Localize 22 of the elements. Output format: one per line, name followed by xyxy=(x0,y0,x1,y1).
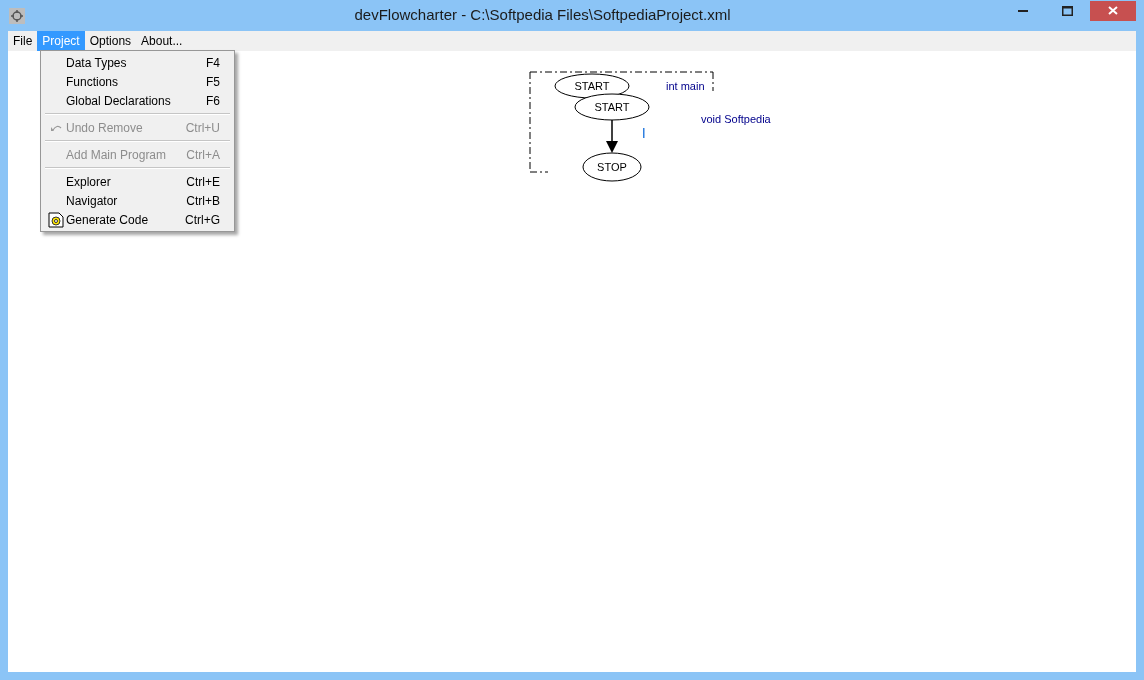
menu-item[interactable]: Generate Code Ctrl+G xyxy=(41,210,234,229)
app-icon[interactable] xyxy=(9,7,25,24)
menu-item[interactable]: File xyxy=(8,31,38,51)
menu-item[interactable]: Data Types F4 xyxy=(41,53,234,72)
gear-document-icon xyxy=(48,211,64,228)
terminal-node[interactable]: START xyxy=(574,93,650,121)
menu-item[interactable]: Global Declarations F6 xyxy=(41,91,234,110)
flow-arrow xyxy=(606,119,618,153)
menu-item[interactable]: Navigator Ctrl+B xyxy=(41,191,234,210)
text-cursor xyxy=(643,128,645,138)
maximize-icon xyxy=(1062,5,1073,16)
menu-item[interactable]: About... xyxy=(136,31,188,51)
undo-icon xyxy=(50,123,62,132)
function-label: int main xyxy=(666,80,705,92)
menu-item[interactable]: Functions F5 xyxy=(41,72,234,91)
window-title: devFlowcharter - C:\Softpedia Files\SoftpediaProject.xml xyxy=(353,5,732,26)
function-label: void Softpedia xyxy=(701,113,771,125)
close-icon xyxy=(1108,6,1118,15)
menu-item[interactable]: Options xyxy=(84,31,137,51)
menu-item[interactable]: Explorer Ctrl+E xyxy=(41,172,234,191)
terminal-node[interactable]: STOP xyxy=(582,152,642,182)
close-button[interactable] xyxy=(1090,0,1136,21)
